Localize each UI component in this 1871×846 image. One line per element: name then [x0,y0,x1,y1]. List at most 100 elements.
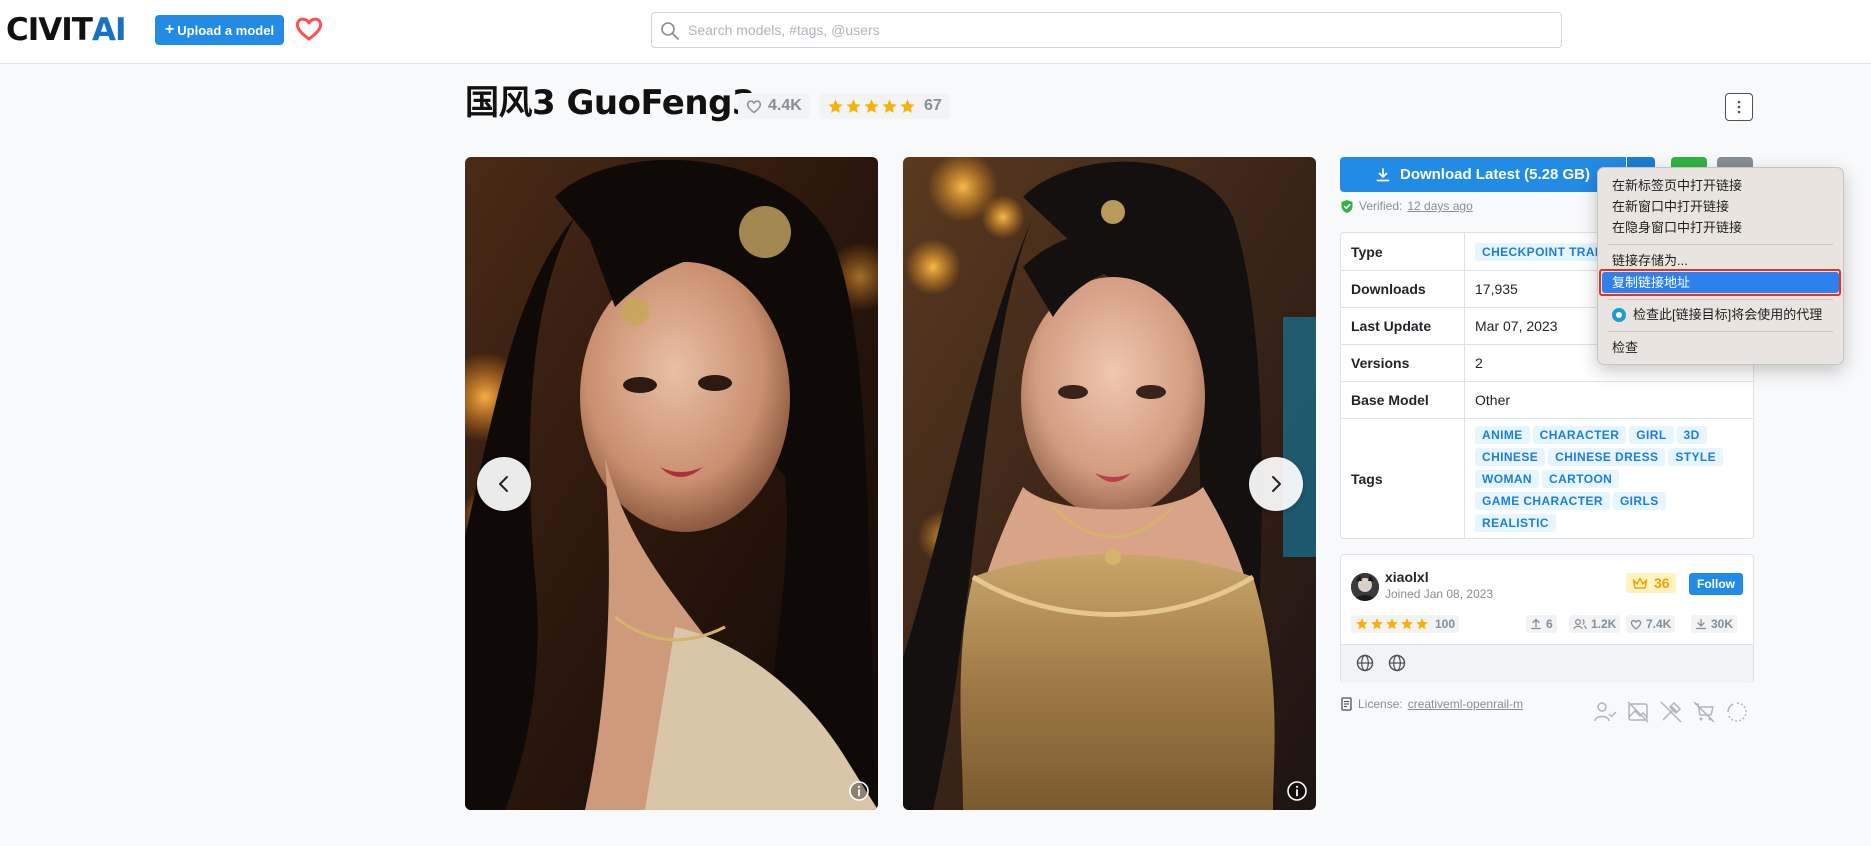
license-label: License: [1358,697,1403,711]
menu-separator [1608,331,1833,332]
chevron-right-icon [1272,476,1281,492]
logo-text-ai: AI [91,12,127,48]
menu-item-open-incognito[interactable]: 在隐身窗口中打开链接 [1598,217,1843,238]
tag-chip[interactable]: REALISTIC [1475,514,1556,532]
verified-date-link[interactable]: 12 days ago [1407,199,1472,213]
creator-card: xiaolxl Joined Jan 08, 2023 36 Follow 10… [1340,554,1754,683]
creator-rating-count: 100 [1435,617,1456,631]
browser-context-menu: 在新标签页中打开链接 在新窗口中打开链接 在隐身窗口中打开链接 链接存储为...… [1597,167,1844,365]
creator-uploads: 6 [1546,617,1553,631]
menu-separator [1608,244,1833,245]
license-permissions [1593,700,1749,724]
civitai-logo[interactable]: CIVIT AI [6,12,127,48]
star-icon [828,98,843,113]
upload-model-label: Upload a model [177,22,275,38]
tag-chip[interactable]: CHARACTER [1532,426,1627,444]
user-check-icon [1594,702,1617,722]
tag-chip[interactable]: GIRLS [1612,492,1666,510]
tag-chip[interactable]: GIRL [1629,426,1674,444]
star-icon [900,98,915,113]
tag-chip[interactable]: CARTOON [1542,470,1620,488]
star-icon [1416,618,1428,630]
verified-status: Verified: 12 days ago [1340,197,1473,215]
star-icon [1401,618,1413,630]
star-icon [1356,618,1368,630]
tag-chip[interactable]: CHINESE DRESS [1548,448,1666,466]
star-icon [864,98,879,113]
creator-rating: 100 [1351,615,1460,633]
details-key: Downloads [1341,271,1465,307]
globe-icon[interactable] [1387,653,1407,673]
heart-outline-icon [1630,619,1642,630]
star-icon [1371,618,1383,630]
creator-username[interactable]: xiaolxl [1385,569,1429,585]
rating-badge[interactable]: 67 [819,93,950,119]
creator-downloads: 30K [1711,617,1734,631]
no-generate-icon [1660,701,1682,723]
gallery-next-button[interactable] [1249,457,1303,511]
download-latest-label: Download Latest (5.28 GB) [1399,166,1591,183]
tag-list: ANIME CHARACTER GIRL 3D CHINESE CHINESE … [1475,419,1735,538]
rating-count: 67 [924,97,942,114]
avatar[interactable] [1351,573,1379,601]
no-merge-icon [1727,702,1747,722]
details-key: Base Model [1341,382,1465,418]
tag-chip[interactable]: GAME CHARACTER [1475,492,1610,510]
image-info-icon[interactable] [1286,780,1308,802]
favorite-count-badge[interactable]: 4.4K [738,93,810,119]
more-options-button[interactable] [1725,93,1753,121]
details-key: Tags [1341,419,1465,538]
verified-label: Verified: [1359,199,1403,213]
star-icon [882,98,897,113]
menu-item-open-new-tab[interactable]: 在新标签页中打开链接 [1598,175,1843,196]
no-image-sell-icon [1627,701,1649,723]
heart-icon [295,17,323,41]
favorites-heart-button[interactable] [294,14,324,44]
gallery-prev-button[interactable] [477,457,531,511]
download-icon [1376,167,1390,181]
creator-joined: Joined Jan 08, 2023 [1385,587,1494,601]
model-title: 国风3 GuoFeng3 [465,83,756,123]
tag-chip[interactable]: ANIME [1475,426,1530,444]
details-value: ANIME CHARACTER GIRL 3D CHINESE CHINESE … [1465,419,1753,538]
menu-item-save-link-as[interactable]: 链接存储为... [1598,250,1843,271]
license-info: License: creativeml-openrail-m [1340,697,1523,711]
chevron-left-icon [499,476,508,492]
tag-chip[interactable]: CHINESE [1475,448,1546,466]
avatar-image [1351,573,1379,601]
star-icon [846,98,861,113]
download-latest-button[interactable]: Download Latest (5.28 GB) [1340,157,1626,192]
proxy-extension-icon [1612,308,1626,322]
logo-text-civ: CIVIT [6,12,93,48]
star-icon [1386,618,1398,630]
search-box[interactable] [651,12,1562,48]
rating-stars [827,98,916,115]
creator-followers-stat: 1.2K [1569,615,1621,633]
details-row-tags: Tags ANIME CHARACTER GIRL 3D CHINESE CHI… [1341,418,1753,538]
creator-rank: 36 [1654,575,1670,591]
download-icon [1695,618,1707,630]
upload-icon [1530,618,1542,630]
menu-item-inspect[interactable]: 检查 [1598,337,1843,358]
menu-item-check-proxy-label: 检查此[链接目标]将会使用的代理 [1633,307,1823,322]
image-info-icon[interactable] [848,780,870,802]
tag-chip[interactable]: 3D [1676,426,1707,444]
menu-item-open-new-window[interactable]: 在新窗口中打开链接 [1598,196,1843,217]
license-link[interactable]: creativeml-openrail-m [1408,697,1523,711]
creator-uploads-stat: 6 [1526,615,1557,633]
tag-chip[interactable]: WOMAN [1475,470,1539,488]
globe-icon[interactable] [1355,653,1375,673]
follow-button[interactable]: Follow [1689,573,1743,595]
creator-downloads-stat: 30K [1691,615,1738,633]
upload-model-button[interactable]: + Upload a model [155,15,284,45]
creator-favorites: 7.4K [1646,617,1672,631]
top-header: CIVIT AI + Upload a model [0,0,1871,64]
heart-outline-icon [746,99,762,113]
menu-item-check-proxy[interactable]: 检查此[链接目标]将会使用的代理 [1598,304,1843,325]
no-commercial-icon [1693,701,1715,723]
shield-check-icon [1341,199,1353,213]
crown-icon [1632,577,1648,589]
search-input[interactable] [688,13,1548,47]
tag-chip[interactable]: STYLE [1668,448,1724,466]
details-row-base-model: Base Model Other [1341,381,1753,418]
